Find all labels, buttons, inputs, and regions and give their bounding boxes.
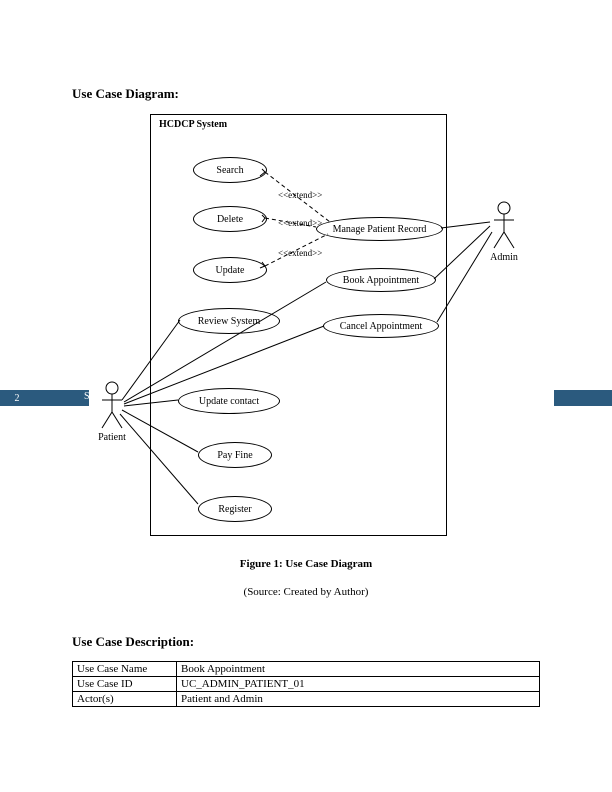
usecase-cancel-appt: Cancel Appointment (323, 314, 439, 338)
table-row: Actor(s) Patient and Admin (73, 692, 540, 707)
use-case-description-table: Use Case Name Book Appointment Use Case … (72, 661, 540, 707)
usecase-update-contact: Update contact (178, 388, 280, 414)
heading-use-case-diagram: Use Case Diagram: (72, 86, 179, 102)
page-number: 2 (0, 390, 34, 406)
cell-actors-label: Actor(s) (73, 692, 177, 707)
usecase-delete: Delete (193, 206, 267, 232)
actor-patient-label: Patient (92, 432, 132, 443)
usecase-book-appt: Book Appointment (326, 268, 436, 292)
cell-id-value: UC_ADMIN_PATIENT_01 (177, 677, 540, 692)
heading-use-case-description: Use Case Description: (72, 634, 194, 650)
extend-label-1: <<extend>> (278, 190, 322, 200)
system-title: HCDCP System (159, 119, 227, 130)
extend-label-2: <<extend>> (278, 218, 322, 228)
figure-caption: Figure 1: Use Case Diagram (0, 558, 612, 570)
side-bar-left: S (34, 390, 89, 406)
side-letter: S (84, 391, 90, 402)
usecase-register: Register (198, 496, 272, 522)
actor-admin-label: Admin (484, 252, 524, 263)
extend-label-3: <<extend>> (278, 248, 322, 258)
usecase-search: Search (193, 157, 267, 183)
cell-actors-value: Patient and Admin (177, 692, 540, 707)
side-bar-right (554, 390, 612, 406)
usecase-update: Update (193, 257, 267, 283)
usecase-pay-fine: Pay Fine (198, 442, 272, 468)
usecase-manage-record: Manage Patient Record (316, 217, 443, 241)
cell-name-value: Book Appointment (177, 662, 540, 677)
actor-patient: Patient (98, 380, 132, 443)
cell-name-label: Use Case Name (73, 662, 177, 677)
usecase-review: Review System (178, 308, 280, 334)
table-row: Use Case ID UC_ADMIN_PATIENT_01 (73, 677, 540, 692)
cell-id-label: Use Case ID (73, 677, 177, 692)
table-row: Use Case Name Book Appointment (73, 662, 540, 677)
figure-source: (Source: Created by Author) (0, 586, 612, 598)
actor-admin: Admin (490, 200, 524, 263)
